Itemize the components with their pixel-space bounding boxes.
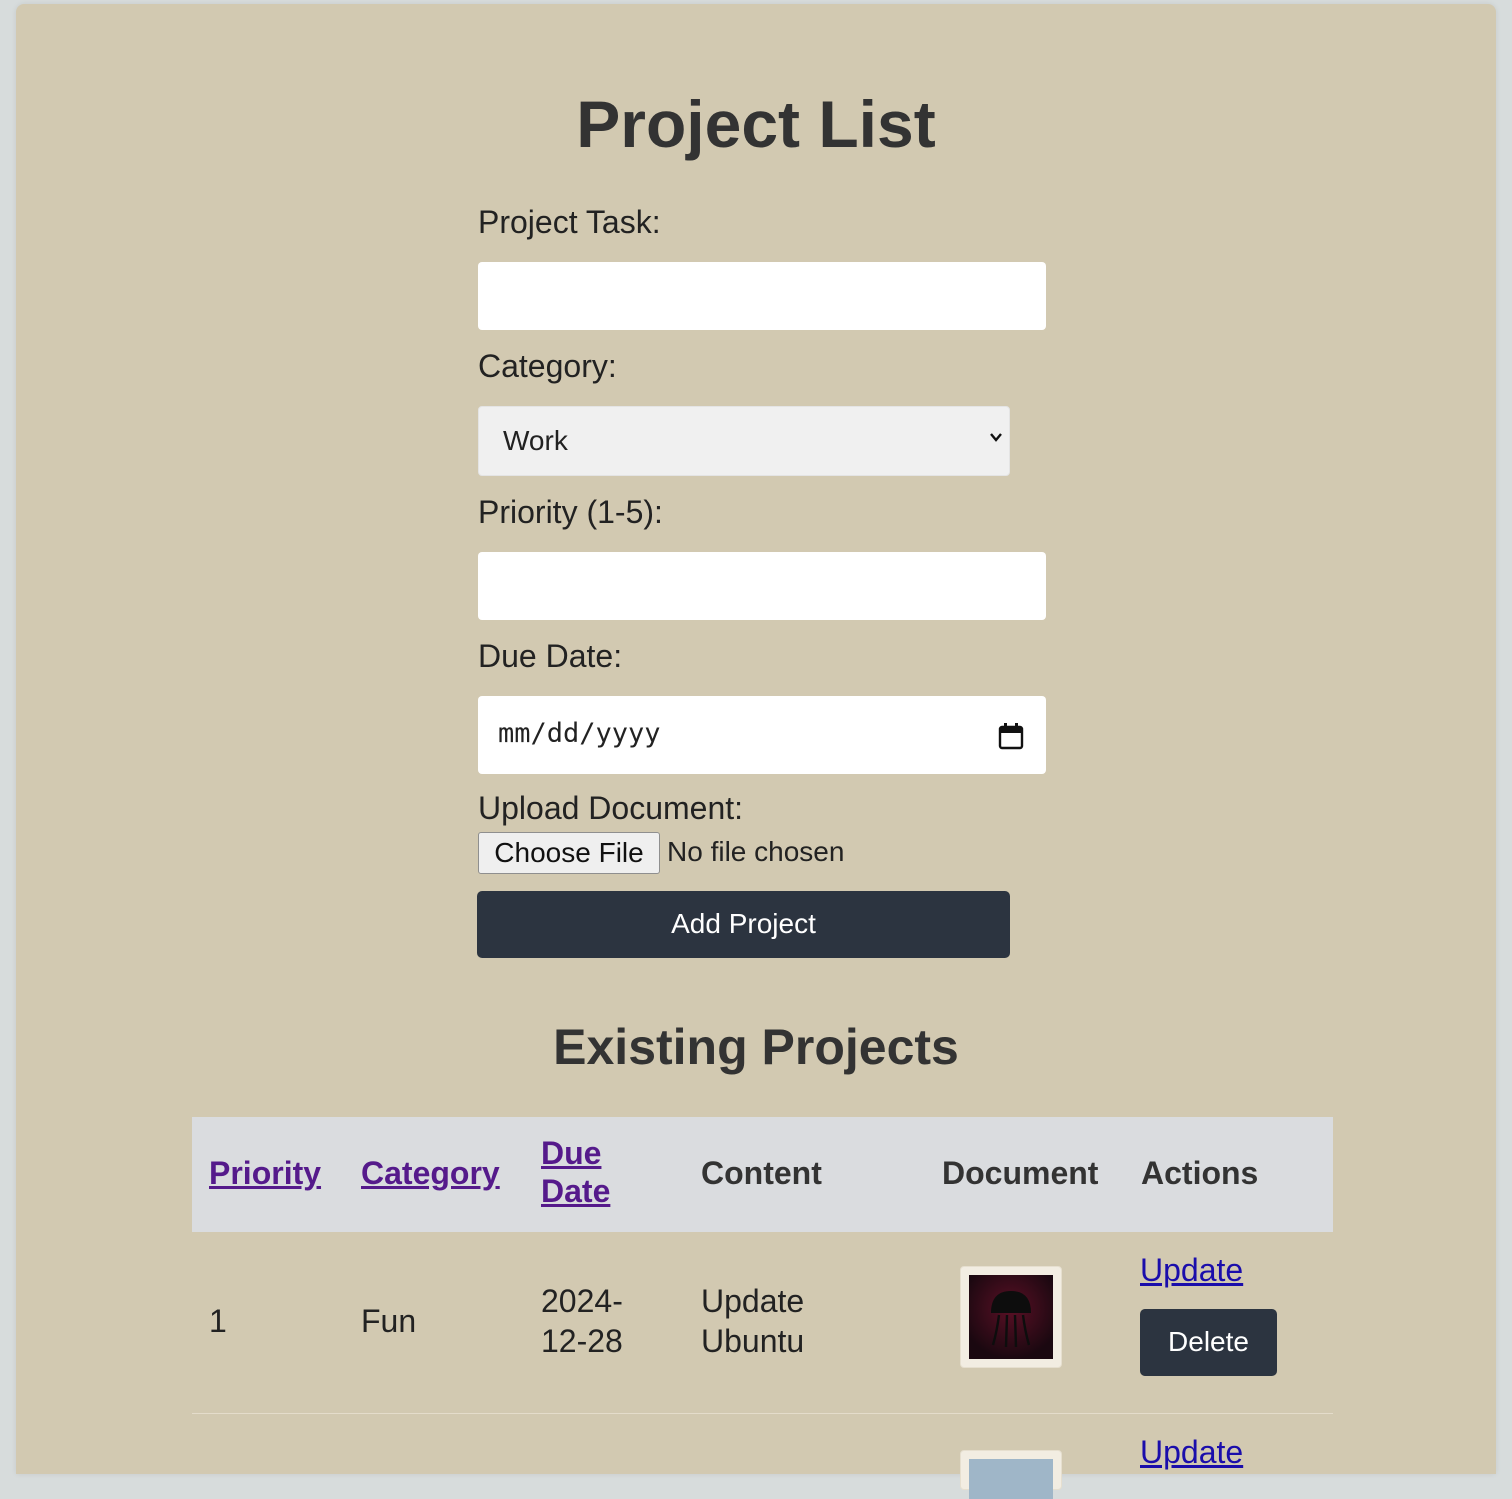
column-header-category[interactable]: Category <box>361 1154 500 1192</box>
jellyfish-icon <box>969 1275 1053 1359</box>
sort-due-date-link-line1[interactable]: Due <box>541 1135 601 1171</box>
due-date-input[interactable]: mm/dd/yyyy <box>478 696 1046 774</box>
sort-category-link[interactable]: Category <box>361 1155 500 1191</box>
choose-file-button[interactable]: Choose File <box>478 832 660 874</box>
task-label: Project Task: <box>478 204 661 240</box>
row-priority-cell: 1 <box>209 1303 227 1339</box>
main-panel: Project List Project Task: Category: Wor… <box>16 4 1496 1499</box>
sort-due-date-link-line2[interactable]: Date <box>541 1173 610 1209</box>
sort-priority-link[interactable]: Priority <box>209 1155 321 1191</box>
priority-label: Priority (1-5): <box>478 494 663 530</box>
due-date-label: Due Date: <box>478 638 623 674</box>
column-header-content: Content <box>701 1155 822 1191</box>
column-header-document: Document <box>942 1155 1099 1191</box>
delete-button[interactable]: Delete <box>1140 1309 1277 1376</box>
document-thumbnail[interactable] <box>960 1450 1062 1499</box>
row-content-cell: Update Ubuntu <box>701 1281 804 1361</box>
column-header-priority[interactable]: Priority <box>209 1154 321 1192</box>
document-thumbnail-image <box>969 1459 1053 1499</box>
category-select[interactable]: Work <box>478 406 1010 476</box>
document-thumbnail[interactable] <box>960 1266 1062 1368</box>
task-input[interactable] <box>478 262 1046 330</box>
calendar-icon[interactable] <box>998 722 1024 750</box>
add-project-button[interactable]: Add Project <box>477 891 1010 958</box>
update-link[interactable]: Update <box>1140 1252 1243 1289</box>
due-date-placeholder: mm/dd/yyyy <box>498 718 661 749</box>
row-divider <box>192 1413 1333 1414</box>
row-due-date-cell: 2024- 12-28 <box>541 1281 623 1361</box>
priority-input[interactable] <box>478 552 1046 620</box>
category-label: Category: <box>478 348 617 384</box>
row-content-line1: Update <box>701 1283 805 1319</box>
row-due-date-line2: 12-28 <box>541 1323 623 1359</box>
chevron-down-icon <box>990 433 1002 442</box>
file-status-text: No file chosen <box>667 836 845 867</box>
upload-label: Upload Document: <box>478 790 744 826</box>
row-content-line2: Ubuntu <box>701 1323 805 1359</box>
row-due-date-line1: 2024- <box>541 1283 623 1319</box>
jellyfish-thumbnail-image <box>969 1275 1053 1359</box>
page-title: Project List <box>576 87 936 161</box>
row-category-cell: Fun <box>361 1303 417 1339</box>
category-selected-value: Work <box>503 425 568 456</box>
column-header-due-date[interactable]: Due Date <box>541 1134 610 1210</box>
update-link[interactable]: Update <box>1140 1434 1243 1471</box>
column-header-actions: Actions <box>1141 1155 1259 1191</box>
existing-projects-heading: Existing Projects <box>553 1019 959 1075</box>
